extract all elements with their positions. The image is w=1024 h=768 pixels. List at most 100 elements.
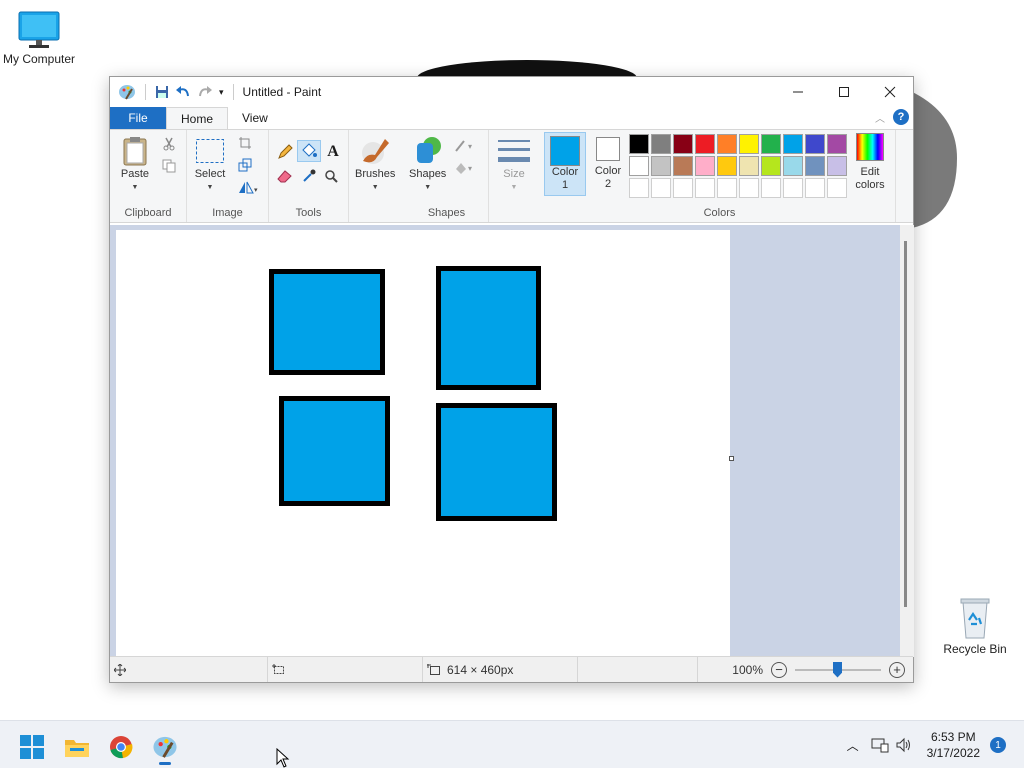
clock[interactable]: 6:53 PM 3/17/2022 <box>927 729 980 761</box>
palette-color-swatch[interactable] <box>783 134 803 154</box>
palette-color-swatch[interactable] <box>717 156 737 176</box>
start-button[interactable] <box>14 729 50 765</box>
tab-home[interactable]: Home <box>166 107 229 129</box>
custom-color-slot[interactable] <box>783 178 803 198</box>
color-spectrum-icon <box>856 133 884 161</box>
menu-bar: File Home View ︿ ? <box>110 107 913 129</box>
show-hidden-icons-chevron-icon[interactable]: ︿ <box>847 737 859 754</box>
maximize-icon <box>839 87 849 97</box>
custom-color-slot[interactable] <box>651 178 671 198</box>
edit-colors-button[interactable]: Edit colors <box>850 133 890 192</box>
minimize-ribbon-icon[interactable]: ︿ <box>875 110 885 125</box>
palette-color-swatch[interactable] <box>783 156 803 176</box>
redo-icon[interactable] <box>197 85 213 99</box>
vertical-scrollbar[interactable] <box>900 225 914 657</box>
customize-qa-dropdown-icon[interactable]: ▾ <box>219 87 224 98</box>
custom-color-slot[interactable] <box>739 178 759 198</box>
palette-color-swatch[interactable] <box>629 156 649 176</box>
select-button[interactable]: Select ▼ <box>193 134 227 194</box>
image-dimensions: 614 × 460px <box>447 662 514 677</box>
svg-text:▾: ▾ <box>254 187 258 194</box>
tools-group: A Tools <box>269 130 349 222</box>
palette-color-swatch[interactable] <box>717 134 737 154</box>
volume-icon[interactable] <box>895 737 913 753</box>
network-icon[interactable] <box>871 737 889 753</box>
palette-color-swatch[interactable] <box>673 134 693 154</box>
brushes-group: Brushes ▼ <box>349 130 405 222</box>
palette-color-swatch[interactable] <box>739 134 759 154</box>
custom-color-slot[interactable] <box>695 178 715 198</box>
zoom-slider-knob[interactable] <box>833 661 842 678</box>
custom-color-slot[interactable] <box>827 178 847 198</box>
magnifier-icon[interactable] <box>321 166 341 186</box>
color2-button[interactable]: Color 2 <box>588 133 628 197</box>
my-computer-desktop-icon[interactable]: My Computer <box>0 10 84 66</box>
palette-color-swatch[interactable] <box>673 156 693 176</box>
clipboard-group: Paste ▼ Clipboard <box>110 130 187 222</box>
minimize-button[interactable] <box>775 77 821 107</box>
paste-label: Paste <box>120 168 150 180</box>
close-button[interactable] <box>867 77 913 107</box>
tab-view[interactable]: View <box>228 107 282 129</box>
cut-icon[interactable] <box>159 134 179 154</box>
custom-color-slot[interactable] <box>761 178 781 198</box>
zoom-slider[interactable] <box>795 661 881 678</box>
move-cursor-icon <box>114 663 126 676</box>
taskbar-chrome[interactable] <box>103 729 139 765</box>
maximize-button[interactable] <box>821 77 867 107</box>
recycle-bin-desktop-icon[interactable]: Recycle Bin <box>930 596 1020 656</box>
fill-icon[interactable]: ▾ <box>453 158 479 178</box>
palette-color-swatch[interactable] <box>827 156 847 176</box>
drawing-canvas[interactable] <box>116 230 730 657</box>
zoom-out-button[interactable]: − <box>771 661 787 678</box>
square-shape <box>436 266 541 390</box>
brushes-dropdown-icon: ▼ <box>371 184 379 191</box>
scrollbar-thumb[interactable] <box>904 241 907 607</box>
undo-icon[interactable] <box>175 85 191 99</box>
taskbar-paint[interactable] <box>147 729 183 765</box>
pencil-icon[interactable] <box>275 142 295 162</box>
palette-color-swatch[interactable] <box>805 134 825 154</box>
text-tool-icon[interactable]: A <box>323 142 343 162</box>
palette-color-swatch[interactable] <box>761 134 781 154</box>
size-dropdown-icon: ▼ <box>510 184 518 191</box>
custom-color-slot[interactable] <box>673 178 693 198</box>
palette-color-swatch[interactable] <box>629 134 649 154</box>
custom-color-slot[interactable] <box>629 178 649 198</box>
zoom-in-button[interactable]: + <box>889 661 905 678</box>
palette-color-swatch[interactable] <box>761 156 781 176</box>
palette-color-swatch[interactable] <box>827 134 847 154</box>
copy-icon[interactable] <box>159 156 179 176</box>
color-picker-icon[interactable] <box>299 166 319 186</box>
taskbar-file-explorer[interactable] <box>59 729 95 765</box>
status-bar: 614 × 460px 100% − + <box>110 656 913 682</box>
save-icon[interactable] <box>155 85 169 99</box>
palette-color-swatch[interactable] <box>695 156 715 176</box>
fill-bucket-icon[interactable] <box>297 140 321 162</box>
size-button[interactable]: Size ▼ <box>497 134 531 194</box>
resize-icon[interactable] <box>235 155 255 175</box>
palette-color-swatch[interactable] <box>651 134 671 154</box>
paint-app-icon[interactable] <box>118 83 136 101</box>
crop-icon[interactable] <box>235 133 255 153</box>
custom-color-slot[interactable] <box>805 178 825 198</box>
palette-color-swatch[interactable] <box>651 156 671 176</box>
shapes-button[interactable]: Shapes ▼ <box>409 134 446 194</box>
help-icon[interactable]: ? <box>893 109 909 125</box>
rotate-icon[interactable]: ▾ <box>235 177 261 197</box>
custom-color-slot[interactable] <box>717 178 737 198</box>
brushes-button[interactable]: Brushes ▼ <box>355 134 395 194</box>
ribbon-right-controls: ︿ ? <box>875 109 909 125</box>
notification-badge[interactable]: 1 <box>990 737 1006 753</box>
palette-color-swatch[interactable] <box>739 156 759 176</box>
file-size-cell <box>578 657 698 682</box>
shapes-dropdown-icon: ▼ <box>424 184 432 191</box>
paste-button[interactable]: Paste ▼ <box>118 134 152 194</box>
palette-color-swatch[interactable] <box>805 156 825 176</box>
tab-file[interactable]: File <box>110 107 166 129</box>
canvas-resize-handle[interactable] <box>729 456 734 461</box>
palette-color-swatch[interactable] <box>695 134 715 154</box>
color1-button[interactable]: Color 1 <box>544 132 586 196</box>
outline-icon[interactable]: ▾ <box>453 136 479 156</box>
eraser-icon[interactable] <box>275 166 295 186</box>
